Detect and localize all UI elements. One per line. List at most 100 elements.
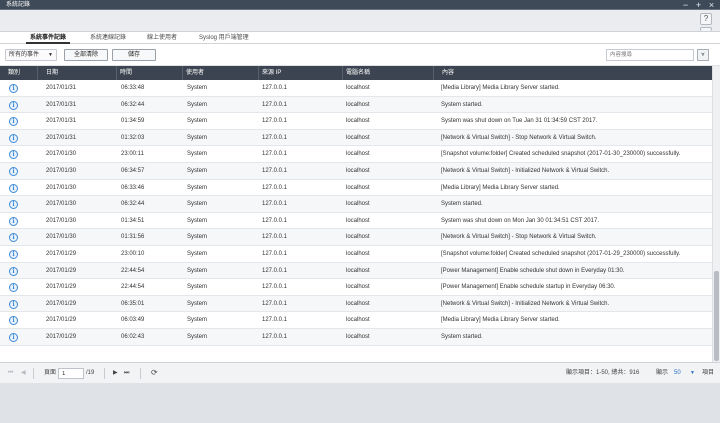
cell-source-ip: 127.0.0.1 <box>262 334 288 340</box>
cell-date: 2017/01/31 <box>46 118 77 125</box>
table-row[interactable]: i 2017/01/31 01:32:03 System 127.0.0.1 localh… <box>0 129 712 147</box>
table-row[interactable]: i 2017/01/29 22:44:54 System 127.0.0.1 localh… <box>0 262 712 280</box>
cell-time: 06:32:44 <box>121 101 145 108</box>
column-header-user[interactable]: 使用者 <box>182 66 258 80</box>
cell-date: 2017/01/31 <box>46 101 77 108</box>
info-icon: i <box>9 84 18 93</box>
first-page-icon[interactable]: ⏮ <box>8 369 13 378</box>
cell-date: 2017/01/29 <box>46 284 77 291</box>
cell-date: 2017/01/30 <box>46 201 77 208</box>
column-header-computer-name[interactable]: 電腦名稱 <box>342 66 433 80</box>
window-controls: − + × <box>681 0 716 10</box>
table-row[interactable]: i 2017/01/30 01:31:56 System 127.0.0.1 localh… <box>0 229 712 246</box>
cell-computer-name: localhost <box>346 134 370 141</box>
cell-source-ip: 127.0.0.1 <box>262 184 288 191</box>
items-summary: 顯示項目：1-50, 總共：916 <box>566 370 640 376</box>
cell-computer-name: localhost <box>346 217 370 224</box>
cell-date: 2017/01/29 <box>46 334 77 340</box>
cell-date: 2017/01/29 <box>46 267 77 274</box>
table-row[interactable]: i 2017/01/31 01:34:59 System 127.0.0.1 localh… <box>0 113 712 130</box>
column-header-category[interactable]: 類別 <box>0 66 37 80</box>
table-row[interactable]: i 2017/01/29 06:35:01 System 127.0.0.1 localh… <box>0 295 712 313</box>
cell-source-ip: 127.0.0.1 <box>262 118 288 125</box>
table-row[interactable]: i 2017/01/29 23:00:10 System 127.0.0.1 localh… <box>0 246 712 263</box>
table-row[interactable]: i 2017/01/30 01:34:51 System 127.0.0.1 localh… <box>0 213 712 230</box>
cell-source-ip: 127.0.0.1 <box>262 217 288 224</box>
pager-divider <box>104 368 105 379</box>
next-page-icon[interactable]: ▶ <box>113 369 118 378</box>
tab-online-users[interactable]: 線上使用者 <box>147 34 177 42</box>
table-row[interactable]: i 2017/01/30 06:32:44 System 127.0.0.1 localh… <box>0 196 712 213</box>
cell-computer-name: localhost <box>346 168 370 174</box>
cell-computer-name: localhost <box>346 118 370 125</box>
page-label: 頁面 <box>44 370 57 376</box>
advanced-search-icon[interactable]: ⩔ <box>697 49 709 61</box>
cell-source-ip: 127.0.0.1 <box>262 101 288 108</box>
log-tabs: 系統事件記錄 系統連線記錄 線上使用者 Syslog 用戶端管理 <box>0 32 720 44</box>
cell-content: System was shut down on Mon Jan 30 01:34… <box>441 217 599 224</box>
prev-page-icon[interactable]: ◀ <box>21 369 26 378</box>
info-button[interactable] <box>700 27 712 31</box>
cell-computer-name: localhost <box>346 267 370 274</box>
column-header-source-ip[interactable]: 來源 IP <box>258 66 342 80</box>
cell-source-ip: 127.0.0.1 <box>262 234 288 241</box>
cell-computer-name: localhost <box>346 234 370 241</box>
window-title: 系統記錄 <box>6 2 31 8</box>
table-row[interactable]: i 2017/01/31 06:33:48 System 127.0.0.1 localh… <box>0 80 712 97</box>
table-row[interactable]: i 2017/01/30 23:00:11 System 127.0.0.1 localh… <box>0 146 712 163</box>
cell-source-ip: 127.0.0.1 <box>262 168 288 174</box>
table-row[interactable]: i 2017/01/29 06:03:49 System 127.0.0.1 localh… <box>0 312 712 329</box>
table-row[interactable]: i 2017/01/29 22:44:54 System 127.0.0.1 localh… <box>0 279 712 296</box>
table-row[interactable]: i 2017/01/29 06:02:43 System 127.0.0.1 localh… <box>0 329 712 346</box>
refresh-icon[interactable]: ⟳ <box>151 368 158 377</box>
cell-time: 06:34:57 <box>121 168 145 174</box>
help-button[interactable]: ? <box>700 13 712 25</box>
minimize-icon[interactable]: − <box>681 0 690 10</box>
column-header-content[interactable]: 內容 <box>433 66 712 80</box>
table-row[interactable]: i 2017/01/30 06:33:46 System 127.0.0.1 localh… <box>0 180 712 197</box>
top-toolbar: ? <box>0 10 720 32</box>
info-icon: i <box>9 200 18 210</box>
cell-user: System <box>187 300 208 307</box>
cell-content: [Media Library] Media Library Server sta… <box>441 184 560 191</box>
table-header: 類別 日期 時間 使用者 來源 IP 電腦名稱 內容 <box>0 66 712 80</box>
cell-user: System <box>187 201 208 208</box>
tab-connection-logs[interactable]: 系統連線記錄 <box>90 34 126 42</box>
cell-date: 2017/01/30 <box>46 151 77 158</box>
show-label: 顯示 <box>656 370 669 376</box>
cell-time: 23:00:11 <box>121 151 144 158</box>
save-button[interactable]: 儲存 <box>112 49 156 61</box>
table-scrollbar[interactable] <box>712 66 720 362</box>
tab-syslog-client[interactable]: Syslog 用戶端管理 <box>199 34 249 42</box>
cell-time: 01:34:51 <box>121 217 145 224</box>
info-icon: i <box>9 117 18 127</box>
event-type-select[interactable]: 所有的事件 ▼ <box>5 49 57 61</box>
page-number-input[interactable] <box>58 368 84 379</box>
column-header-date[interactable]: 日期 <box>37 66 116 80</box>
table-row[interactable]: i 2017/01/30 06:34:57 System 127.0.0.1 localh… <box>0 163 712 180</box>
maximize-icon[interactable]: + <box>694 0 703 10</box>
cell-user: System <box>187 118 208 125</box>
cell-time: 22:44:54 <box>121 267 145 274</box>
cell-content: [Media Library] Media Library Server sta… <box>441 317 560 324</box>
cell-source-ip: 127.0.0.1 <box>262 317 288 324</box>
cell-user: System <box>187 334 208 340</box>
column-header-time[interactable]: 時間 <box>116 66 182 80</box>
tab-system-events[interactable]: 系統事件記錄 <box>25 34 71 44</box>
search-input[interactable] <box>606 49 694 61</box>
cell-content: System started. <box>441 334 483 340</box>
cell-source-ip: 127.0.0.1 <box>262 85 288 91</box>
cell-time: 01:32:03 <box>121 134 145 141</box>
table-row[interactable]: i 2017/01/31 06:32:44 System 127.0.0.1 localh… <box>0 96 712 114</box>
cell-date: 2017/01/30 <box>46 184 77 191</box>
cell-computer-name: localhost <box>346 284 370 291</box>
cell-date: 2017/01/30 <box>46 234 77 241</box>
scrollbar-thumb[interactable] <box>714 271 719 361</box>
page-size-select[interactable]: 50 <box>674 369 681 378</box>
chevron-down-icon[interactable]: ▼ <box>690 369 695 378</box>
cell-date: 2017/01/29 <box>46 251 77 257</box>
last-page-icon[interactable]: ⏭ <box>124 369 129 378</box>
clear-all-button[interactable]: 全部清除 <box>64 49 108 61</box>
close-icon[interactable]: × <box>707 0 716 10</box>
info-icon: i <box>9 333 18 342</box>
